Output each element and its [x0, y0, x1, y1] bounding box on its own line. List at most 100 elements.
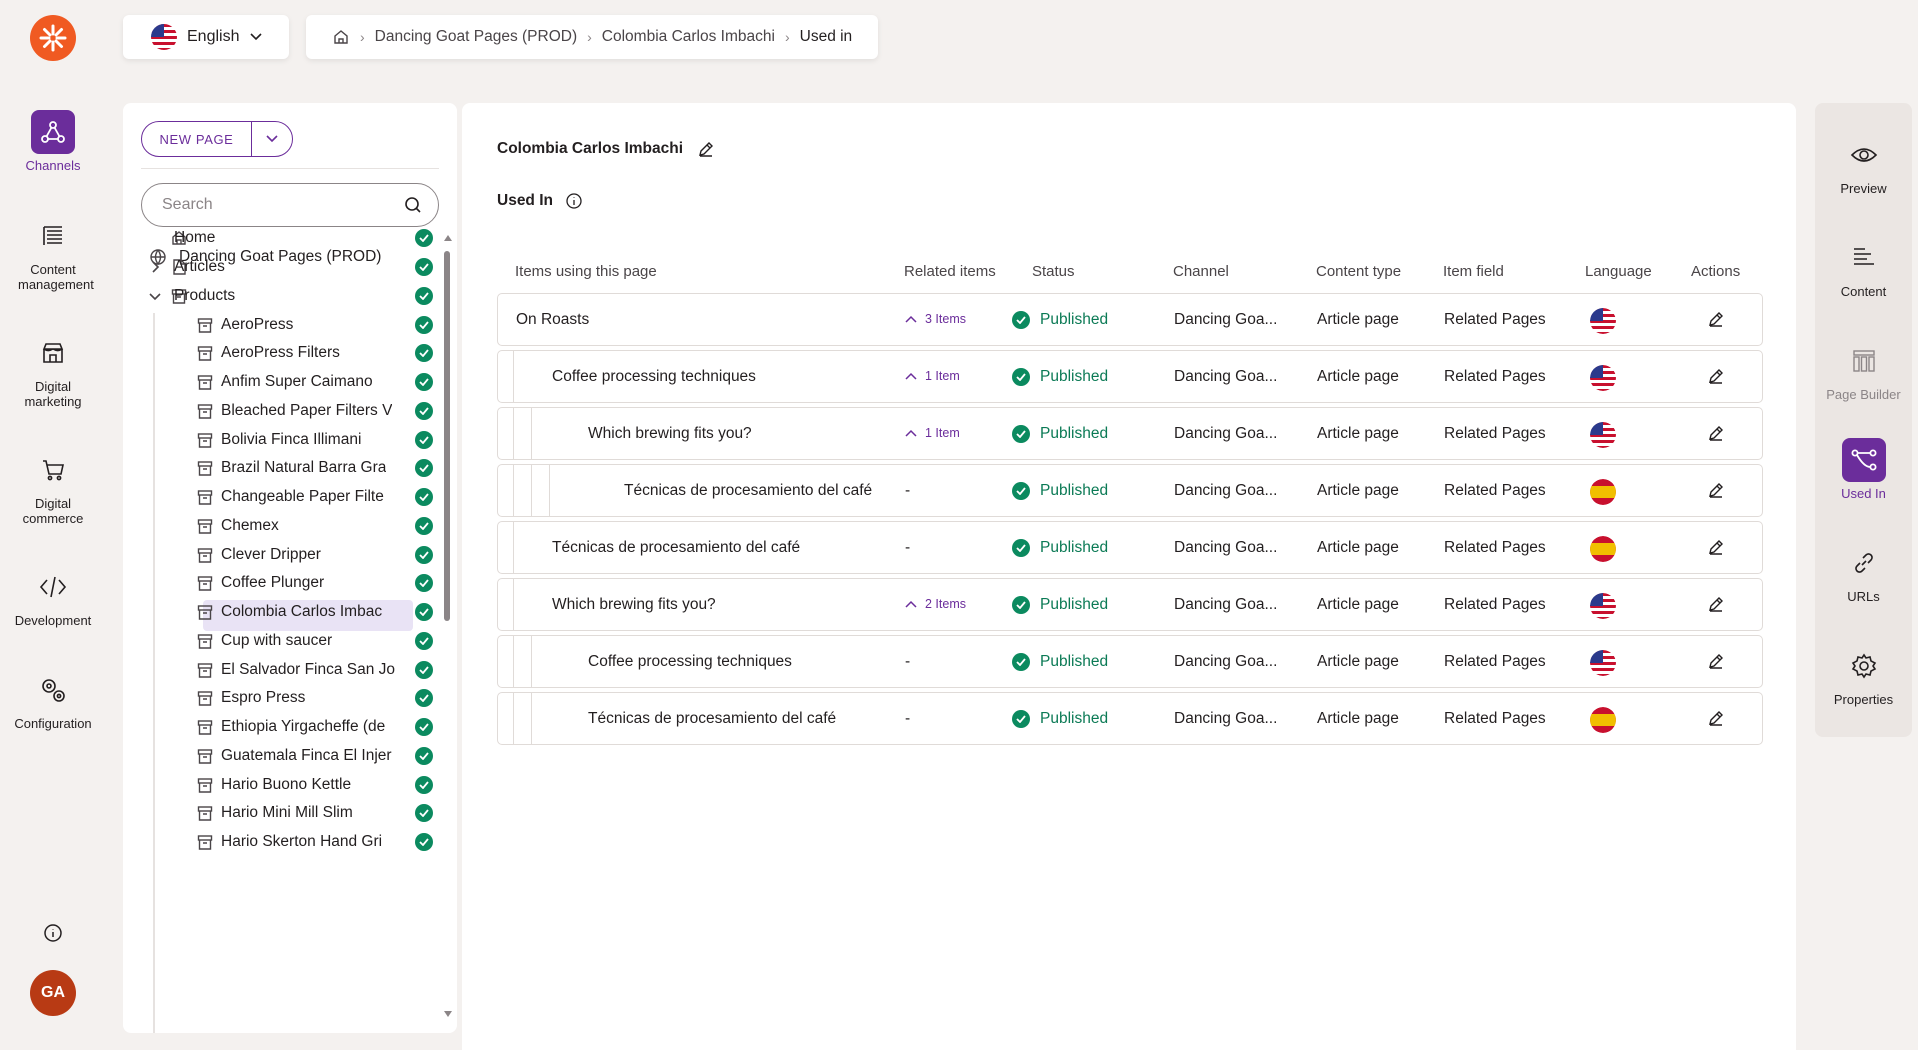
published-check-icon	[1012, 710, 1030, 728]
tree-item[interactable]: Brazil Natural Barra Gra	[123, 454, 457, 483]
new-page-button[interactable]: NEW PAGE	[142, 122, 252, 156]
language-selector[interactable]: English	[123, 15, 289, 59]
info-icon[interactable]	[565, 192, 583, 210]
rail-item-configuration[interactable]: Configuration	[0, 668, 106, 731]
table-row[interactable]: Técnicas de procesamiento del café - Publi…	[497, 521, 1763, 574]
scroll-up-arrow[interactable]	[444, 235, 452, 241]
related-items-toggle[interactable]: 3 Items	[905, 312, 966, 326]
chevron-right-icon[interactable]	[147, 259, 163, 275]
tree-item[interactable]: Products	[123, 282, 457, 311]
item-field: Related Pages	[1444, 482, 1546, 499]
scrollbar[interactable]	[444, 231, 452, 1021]
tree-item-label: Colombia Carlos Imbac	[221, 603, 383, 621]
table-row[interactable]: Which brewing fits you? 2 Items Published D…	[497, 578, 1763, 631]
tree-item[interactable]: Espro Press	[123, 684, 457, 713]
status-badge: Published	[1012, 311, 1108, 329]
status-badge: Published	[1012, 482, 1108, 500]
right-rail-urls[interactable]: URLs	[1815, 541, 1912, 604]
table-row[interactable]: Which brewing fits you? 1 Item Published Da…	[497, 407, 1763, 460]
avatar[interactable]: GA	[30, 970, 76, 1016]
table-row[interactable]: Coffee processing techniques - Published Da…	[497, 635, 1763, 688]
edit-icon[interactable]	[1707, 424, 1727, 444]
table-header: Items using this page Related items Stat…	[497, 251, 1763, 293]
breadcrumb-separator: ›	[360, 29, 365, 45]
item-name: Técnicas de procesamiento del café	[588, 710, 837, 727]
product-icon	[195, 430, 215, 450]
status-badge: Published	[1012, 653, 1108, 671]
gear-icon	[1842, 644, 1886, 688]
published-check-icon	[1012, 596, 1030, 614]
tree-item[interactable]: Coffee Plunger	[123, 569, 457, 598]
tree-item[interactable]: El Salvador Finca San Jo	[123, 655, 457, 684]
related-items-toggle[interactable]: 1 Item	[905, 426, 960, 440]
page-title-text: Colombia Carlos Imbachi	[497, 140, 684, 157]
tree-item[interactable]: Colombia Carlos Imbac	[123, 598, 457, 631]
tree-item[interactable]: Ethiopia Yirgacheffe (de	[123, 713, 457, 742]
tree-item-label: Ethiopia Yirgacheffe (de	[221, 718, 386, 736]
rail-item-digital-commerce[interactable]: Digital commerce	[0, 448, 106, 526]
indent-guide	[531, 693, 532, 744]
content-type: Article page	[1317, 311, 1399, 328]
scroll-down-arrow[interactable]	[444, 1011, 452, 1017]
indent-guide	[513, 465, 514, 516]
tree-item[interactable]: Home	[123, 224, 457, 253]
published-check-icon	[415, 286, 433, 305]
tree-item[interactable]: Bolivia Finca Illimani	[123, 425, 457, 454]
item-field: Related Pages	[1444, 710, 1546, 727]
left-rail: Channels Content management Digital mark…	[0, 0, 106, 1050]
right-rail-page-builder[interactable]: Page Builder	[1815, 339, 1912, 402]
tree-item[interactable]: AeroPress	[123, 310, 457, 339]
tree-item[interactable]: Hario Skerton Hand Gri	[123, 828, 457, 857]
right-rail-used-in[interactable]: Used In	[1815, 438, 1912, 501]
new-page-dropdown[interactable]	[252, 122, 292, 156]
tree-item[interactable]: Chemex	[123, 512, 457, 541]
tree-item[interactable]: AeroPress Filters	[123, 339, 457, 368]
tree-item[interactable]: Clever Dripper	[123, 540, 457, 569]
edit-icon[interactable]	[697, 140, 715, 158]
right-rail-preview[interactable]: Preview	[1815, 133, 1912, 196]
right-rail-properties[interactable]: Properties	[1815, 644, 1912, 707]
table-row[interactable]: Técnicas de procesamiento del café - Publi…	[497, 464, 1763, 517]
rail-item-digital-marketing[interactable]: Digital marketing	[0, 331, 106, 409]
channel-name: Dancing Goa...	[1174, 653, 1278, 670]
edit-icon[interactable]	[1707, 652, 1727, 672]
tree-item[interactable]: Bleached Paper Filters V	[123, 397, 457, 426]
tree-item[interactable]: Hario Buono Kettle	[123, 770, 457, 799]
tree-item[interactable]: Anfim Super Caimano	[123, 368, 457, 397]
table-row[interactable]: Técnicas de procesamiento del café - Publi…	[497, 692, 1763, 745]
tree-item[interactable]: Changeable Paper Filte	[123, 483, 457, 512]
breadcrumb-item[interactable]: Dancing Goat Pages (PROD)	[375, 28, 577, 46]
right-rail-content[interactable]: Content	[1815, 236, 1912, 299]
tree-item[interactable]: Hario Mini Mill Slim	[123, 799, 457, 828]
chevron-down-icon[interactable]	[147, 288, 163, 304]
rail-item-content-management[interactable]: Content management	[0, 214, 106, 292]
search-input[interactable]: Search	[141, 183, 439, 227]
table-row[interactable]: On Roasts 3 Items Published Dancing Goa... A…	[497, 293, 1763, 346]
edit-icon[interactable]	[1707, 595, 1727, 615]
indent-guide	[549, 465, 550, 516]
breadcrumb: › Dancing Goat Pages (PROD) › Colombia C…	[306, 15, 878, 59]
tree-item-label: Chemex	[221, 516, 279, 534]
product-icon	[195, 545, 215, 565]
tree-item[interactable]: Articles	[123, 253, 457, 282]
edit-icon[interactable]	[1707, 709, 1727, 729]
related-items-toggle[interactable]: 2 Items	[905, 597, 966, 611]
related-items-toggle[interactable]: 1 Item	[905, 369, 960, 383]
edit-icon[interactable]	[1707, 481, 1727, 501]
edit-icon[interactable]	[1707, 310, 1727, 330]
tree-item[interactable]: Cup with saucer	[123, 627, 457, 656]
info-icon[interactable]	[41, 921, 65, 945]
edit-icon[interactable]	[1707, 367, 1727, 387]
scrollbar-thumb[interactable]	[444, 251, 450, 621]
breadcrumb-item[interactable]: Colombia Carlos Imbachi	[602, 28, 775, 46]
tree-item[interactable]: Guatemala Finca El Injer	[123, 742, 457, 771]
table-row[interactable]: Coffee processing techniques 1 Item Publis…	[497, 350, 1763, 403]
rail-item-channels[interactable]: Channels	[0, 110, 106, 173]
edit-icon[interactable]	[1707, 538, 1727, 558]
column-header: Item field	[1443, 263, 1504, 280]
rail-item-development[interactable]: Development	[0, 565, 106, 628]
logo[interactable]	[30, 15, 76, 61]
used-in-icon	[1841, 438, 1886, 482]
home-icon[interactable]	[332, 28, 350, 46]
tree-item-label: Guatemala Finca El Injer	[221, 746, 392, 764]
